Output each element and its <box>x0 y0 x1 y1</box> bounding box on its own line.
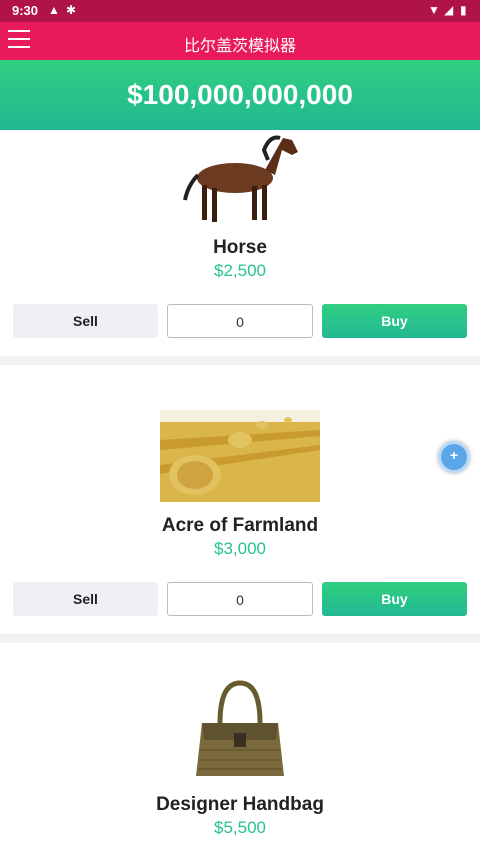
item-card-handbag: Designer Handbag $5,500 <box>0 643 480 853</box>
item-card-farmland: Acre of Farmland $3,000 Sell 0 Buy <box>0 365 480 634</box>
buy-button[interactable]: Buy <box>322 304 467 338</box>
app-title: 比尔盖茨模拟器 <box>183 36 296 55</box>
floating-add-button[interactable] <box>438 441 470 473</box>
app-bar: 比尔盖茨模拟器 <box>0 22 480 60</box>
wifi-icon: ▼ <box>428 3 440 17</box>
bug-icon: ✱ <box>66 3 77 17</box>
item-list[interactable]: Horse $2,500 Sell 0 Buy Acre of Farmland… <box>0 130 480 853</box>
farmland-image <box>0 410 480 502</box>
item-card-horse: Horse $2,500 Sell 0 Buy <box>0 130 480 356</box>
item-name: Designer Handbag <box>156 794 324 815</box>
item-price: $3,000 <box>214 539 266 558</box>
item-price: $2,500 <box>214 261 266 280</box>
item-name: Acre of Farmland <box>161 515 319 536</box>
item-price: $5,500 <box>214 818 266 837</box>
handbag-image <box>0 678 480 778</box>
status-time: 9:30 <box>12 3 39 18</box>
buy-button[interactable]: Buy <box>322 582 467 616</box>
balance-display: $100,000,000,000 <box>0 60 480 130</box>
a-icon: ▲ <box>48 3 60 17</box>
quantity-input[interactable]: 0 <box>167 304 313 338</box>
item-name: Horse <box>213 237 267 258</box>
sell-button[interactable]: Sell <box>13 304 158 338</box>
quantity-input[interactable]: 0 <box>167 582 313 616</box>
signal-icon: ◢ <box>444 3 454 17</box>
battery-icon: ▮ <box>460 3 467 17</box>
status-bar: 9:30 ▲ ✱ ▼ ◢ ▮ <box>0 0 480 22</box>
sell-button[interactable]: Sell <box>13 582 158 616</box>
horse-image <box>0 130 480 225</box>
